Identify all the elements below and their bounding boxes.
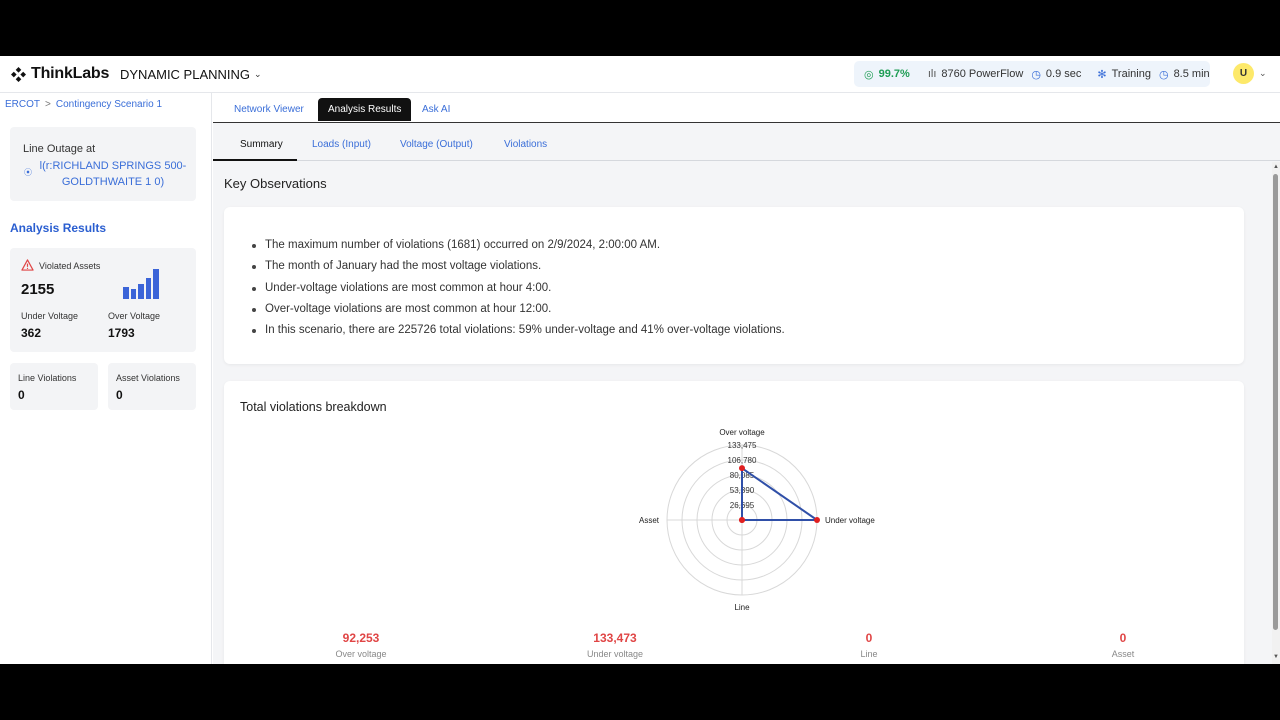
accuracy-stat: ◎ 99.7%: [864, 68, 910, 81]
timer-icon: ◷: [1158, 68, 1169, 81]
total-line: 0 Line: [809, 631, 929, 659]
subtab-loads-input[interactable]: Loads (Input): [312, 139, 371, 150]
violated-assets-card: Violated Assets 2155 Under Voltage 362 O…: [10, 248, 196, 352]
total-label: Line: [860, 649, 878, 659]
training-stat: ✻ Training ◷ 8.5 min: [1097, 68, 1210, 81]
product-name: DYNAMIC PLANNING: [120, 67, 251, 82]
observation-item: In this scenario, there are 225726 total…: [246, 320, 785, 341]
chevron-down-icon[interactable]: ⌄: [1259, 68, 1267, 79]
mini-bar: [145, 278, 151, 299]
radar-ring-label: 106,780: [728, 456, 757, 465]
breadcrumb-separator: >: [45, 99, 51, 110]
total-over-voltage: 92,253 Over voltage: [301, 631, 421, 659]
radar-data-point: [739, 517, 745, 523]
total-under-voltage: 133,473 Under voltage: [555, 631, 675, 659]
total-label: Under voltage: [586, 649, 644, 659]
target-icon: ◎: [864, 68, 874, 81]
violations-breakdown-card: Total violations breakdown 26,695 53,390 8…: [224, 381, 1244, 664]
total-value: 92,253: [342, 631, 380, 645]
mini-bar: [130, 289, 136, 299]
vertical-scrollbar[interactable]: ▲ ▼: [1272, 162, 1280, 664]
line-outage-link[interactable]: l(r:RICHLAND SPRINGS 500-GOLDTHWAITE 1 0…: [36, 158, 190, 190]
breadcrumb-item-ercot[interactable]: ERCOT: [5, 99, 40, 110]
location-pin-icon: ⦿: [24, 168, 32, 177]
gear-icon: ✻: [1097, 68, 1107, 81]
asset-violations-label: Asset Violations: [116, 373, 180, 383]
tab-analysis-results[interactable]: Analysis Results: [318, 98, 412, 121]
observation-item: Over-voltage violations are most common …: [246, 299, 785, 320]
total-asset: 0 Asset: [1063, 631, 1183, 659]
total-value: 133,473: [593, 631, 637, 645]
subtab-summary[interactable]: Summary: [240, 139, 283, 150]
line-violations-label: Line Violations: [18, 373, 77, 383]
breakdown-totals: 92,253 Over voltage 133,473 Under voltag…: [224, 631, 1244, 663]
observation-item: The month of January had the most voltag…: [246, 256, 785, 277]
bar-chart-icon: ılı: [927, 68, 937, 80]
primary-tabs: Network Viewer Analysis Results Ask AI: [213, 93, 1280, 123]
radar-axis-label: Under voltage: [825, 516, 875, 525]
radar-axis-label: Asset: [639, 516, 660, 525]
product-switcher[interactable]: DYNAMIC PLANNING ⌄: [120, 67, 262, 82]
analysis-results-heading: Analysis Results: [10, 221, 107, 235]
mini-bar: [153, 269, 159, 299]
subtab-violations[interactable]: Violations: [504, 139, 547, 150]
chevron-down-icon: ⌄: [254, 69, 262, 79]
powerflow-stat: ılı 8760 PowerFlow ◷ 0.9 sec: [927, 68, 1082, 81]
under-voltage-value: 362: [21, 326, 42, 340]
line-outage-title: Line Outage at: [23, 143, 96, 155]
violated-assets-value: 2155: [21, 281, 55, 298]
line-violations-card: Line Violations 0: [10, 363, 98, 410]
mini-bar: [123, 287, 129, 299]
scroll-up-arrow-icon[interactable]: ▲: [1273, 164, 1279, 170]
observations-list: The maximum number of violations (1681) …: [246, 235, 785, 341]
top-header: ThinkLabs DYNAMIC PLANNING ⌄ ◎ 99.7% ılı…: [0, 56, 1280, 93]
total-label: Over voltage: [335, 649, 387, 659]
scrollbar-thumb[interactable]: [1273, 174, 1278, 630]
asset-violations-card: Asset Violations 0: [108, 363, 196, 410]
line-outage-card: Line Outage at ⦿ l(r:RICHLAND SPRINGS 50…: [10, 127, 196, 201]
warning-icon: [21, 259, 34, 271]
over-voltage-label: Over Voltage: [108, 311, 161, 321]
user-avatar[interactable]: U: [1233, 63, 1254, 84]
radar-axis-label: Line: [734, 603, 750, 612]
status-bar: ◎ 99.7% ılı 8760 PowerFlow ◷ 0.9 sec ✻ T…: [854, 61, 1210, 87]
radar-data-point: [739, 465, 745, 472]
violated-assets-label: Violated Assets: [39, 261, 101, 271]
brand-name: ThinkLabs: [31, 65, 110, 82]
total-value: 0: [1119, 631, 1127, 645]
secondary-tabs: Summary Loads (Input) Voltage (Output) V…: [213, 130, 1280, 161]
tab-network-viewer[interactable]: Network Viewer: [224, 98, 314, 121]
mini-bar-chart: [123, 269, 173, 299]
over-voltage-value: 1793: [108, 326, 135, 340]
timer-icon: ◷: [1031, 68, 1041, 81]
app-window: ThinkLabs DYNAMIC PLANNING ⌄ ◎ 99.7% ılı…: [0, 56, 1280, 664]
summary-content: Key Observations The maximum number of v…: [213, 162, 1272, 664]
mini-bar: [138, 284, 144, 299]
radar-ring-label: 133,475: [728, 441, 757, 450]
total-value: 0: [865, 631, 873, 645]
under-voltage-label: Under Voltage: [21, 311, 79, 321]
thinklabs-logo-icon: [11, 66, 26, 82]
active-subtab-underline: [213, 159, 297, 161]
tab-ask-ai[interactable]: Ask AI: [412, 98, 460, 121]
observation-item: Under-voltage violations are most common…: [246, 278, 785, 299]
asset-violations-value: 0: [116, 388, 123, 402]
key-observations-title: Key Observations: [224, 176, 327, 191]
radar-axis-label: Over voltage: [719, 428, 765, 437]
brand-logo[interactable]: ThinkLabs: [11, 65, 109, 83]
line-violations-value: 0: [18, 388, 25, 402]
scroll-down-arrow-icon[interactable]: ▼: [1273, 654, 1279, 660]
breadcrumb-item-scenario[interactable]: Contingency Scenario 1: [56, 99, 162, 110]
key-observations-card: The maximum number of violations (1681) …: [224, 207, 1244, 364]
main-panel: Network Viewer Analysis Results Ask AI S…: [213, 93, 1280, 664]
sidebar: ERCOT > Contingency Scenario 1 Line Outa…: [0, 93, 212, 664]
observation-item: The maximum number of violations (1681) …: [246, 235, 785, 256]
total-label: Asset: [1111, 649, 1135, 659]
subtab-voltage-output[interactable]: Voltage (Output): [400, 139, 473, 150]
violations-radar-chart: 26,69553,39080,085106,780133,475Over vol…: [639, 428, 875, 612]
breadcrumb: ERCOT > Contingency Scenario 1: [5, 99, 162, 110]
radar-data-point: [813, 517, 820, 523]
